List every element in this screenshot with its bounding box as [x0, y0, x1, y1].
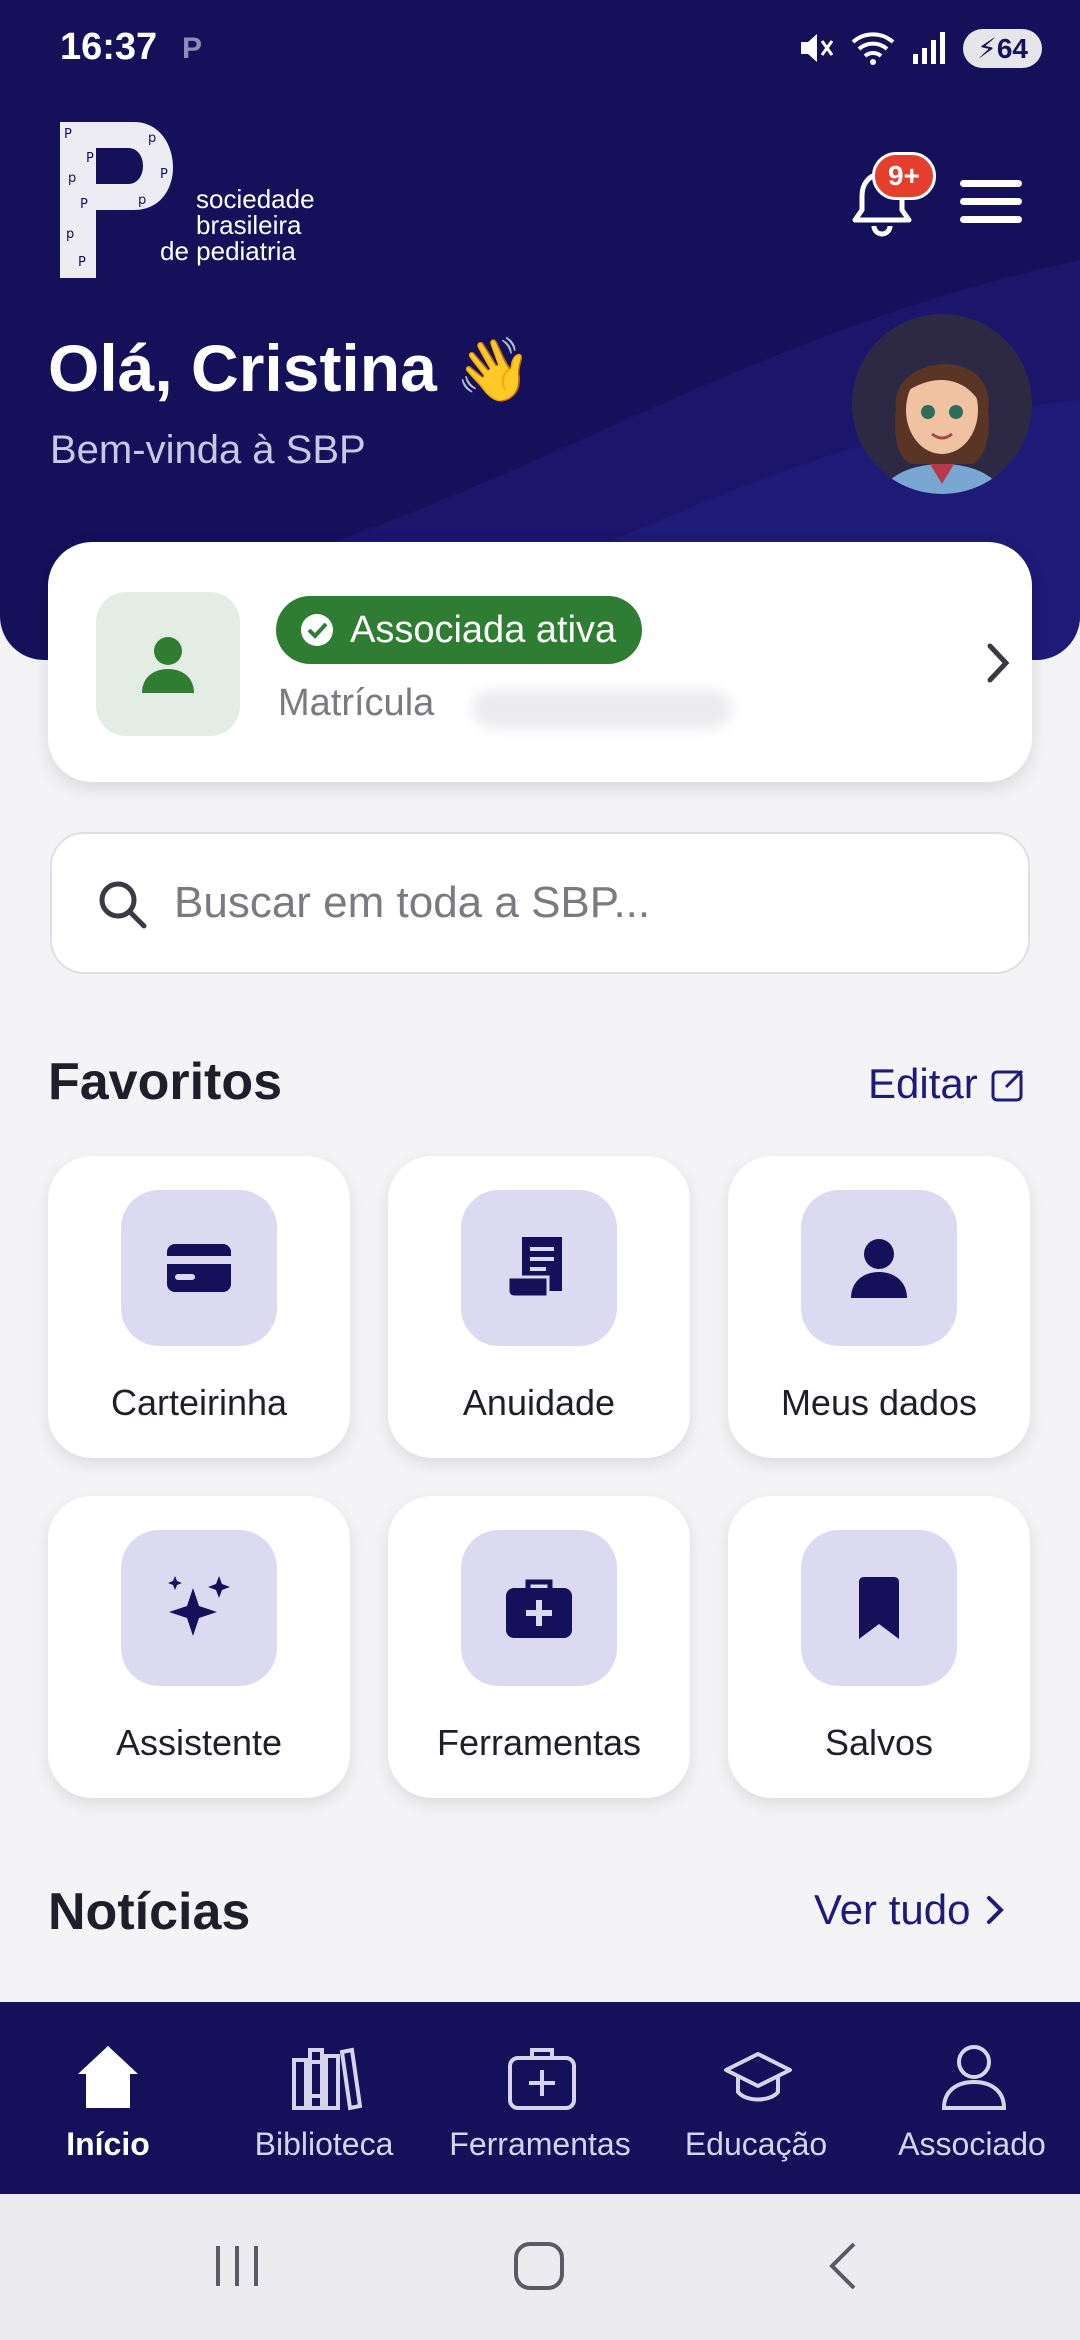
- status-bar: 16:37 P ⚡64: [0, 0, 1080, 100]
- member-card[interactable]: Associada ativa Matrícula: [48, 542, 1032, 782]
- person-icon: [851, 1239, 907, 1298]
- favorite-ferramentas[interactable]: Ferramentas: [388, 1496, 690, 1798]
- matricula-label: Matrícula: [278, 682, 435, 724]
- avatar[interactable]: [852, 314, 1032, 494]
- user-icon: [941, 2045, 1007, 2110]
- nav-inicio[interactable]: Início: [0, 2002, 216, 2194]
- back-button[interactable]: [820, 2238, 870, 2294]
- briefcase-medical-icon: [506, 1579, 572, 1638]
- member-photo-placeholder: [96, 592, 240, 736]
- nav-biblioteca[interactable]: Biblioteca: [216, 2002, 432, 2194]
- sparkles-icon: [168, 1576, 230, 1636]
- menu-icon[interactable]: [960, 180, 1022, 224]
- search-icon: [99, 881, 147, 929]
- edit-icon: [991, 1069, 1023, 1102]
- library-icon: [292, 2047, 362, 2111]
- battery-indicator: ⚡64: [963, 28, 1042, 68]
- chevron-right-icon: [987, 1896, 1005, 1924]
- search-input[interactable]: Buscar em toda a SBP...: [50, 832, 1030, 974]
- svg-text:p: p: [138, 193, 146, 208]
- home-icon: [78, 2046, 138, 2108]
- card-icon: [167, 1244, 231, 1292]
- notification-badge: 9+: [872, 152, 936, 200]
- nav-ferramentas[interactable]: Ferramentas: [432, 2002, 648, 2194]
- svg-text:p: p: [68, 171, 76, 186]
- bookmark-icon: [859, 1577, 899, 1639]
- nav-educacao[interactable]: Educação: [648, 2002, 864, 2194]
- svg-text:P: P: [160, 167, 168, 182]
- system-navigation-bar: [0, 2194, 1080, 2340]
- edit-favorites-button[interactable]: Editar: [868, 1060, 1028, 1108]
- recents-button[interactable]: [212, 2238, 262, 2294]
- favorite-meus-dados[interactable]: Meus dados: [728, 1156, 1030, 1458]
- greeting-subtitle: Bem-vinda à SBP: [50, 428, 366, 472]
- matricula-value-redacted: [472, 690, 732, 728]
- see-all-news-button[interactable]: Ver tudo: [814, 1886, 1008, 1934]
- nav-associado[interactable]: Associado: [864, 2002, 1080, 2194]
- svg-text:p: p: [66, 227, 74, 242]
- bottom-navigation: Início Biblioteca Ferramentas Educação A…: [0, 2002, 1080, 2194]
- favorite-carteirinha[interactable]: Carteirinha: [48, 1156, 350, 1458]
- news-title: Notícias: [48, 1883, 251, 1941]
- search-placeholder: Buscar em toda a SBP...: [174, 878, 651, 927]
- check-circle-icon: [301, 614, 333, 646]
- favorites-title: Favoritos: [48, 1053, 283, 1111]
- receipt-icon: [506, 1237, 562, 1299]
- svg-text:p: p: [148, 131, 156, 146]
- carrier-icon: P: [182, 32, 203, 65]
- svg-text:P: P: [80, 197, 88, 212]
- favorite-assistente[interactable]: Assistente: [48, 1496, 350, 1798]
- status-badge: Associada ativa: [276, 596, 643, 664]
- favorite-anuidade[interactable]: Anuidade: [388, 1156, 690, 1458]
- home-button[interactable]: [512, 2238, 568, 2294]
- mute-icon: [801, 34, 834, 62]
- waving-hand-icon: 👋: [455, 336, 533, 405]
- svg-text:P: P: [86, 151, 94, 166]
- person-icon: [142, 637, 194, 693]
- logo-text: sociedade brasileira de pediatria: [160, 184, 315, 266]
- svg-text:P: P: [64, 127, 72, 142]
- medical-kit-icon: [508, 2048, 576, 2110]
- status-time: 16:37: [60, 26, 158, 68]
- svg-text:P: P: [78, 255, 86, 270]
- graduation-cap-icon: [724, 2052, 792, 2102]
- wifi-icon: [851, 32, 895, 65]
- greeting: Olá, Cristina 👋: [48, 331, 533, 405]
- chevron-right-icon: [987, 643, 1010, 683]
- favorite-salvos[interactable]: Salvos: [728, 1496, 1030, 1798]
- signal-icon: [913, 32, 946, 64]
